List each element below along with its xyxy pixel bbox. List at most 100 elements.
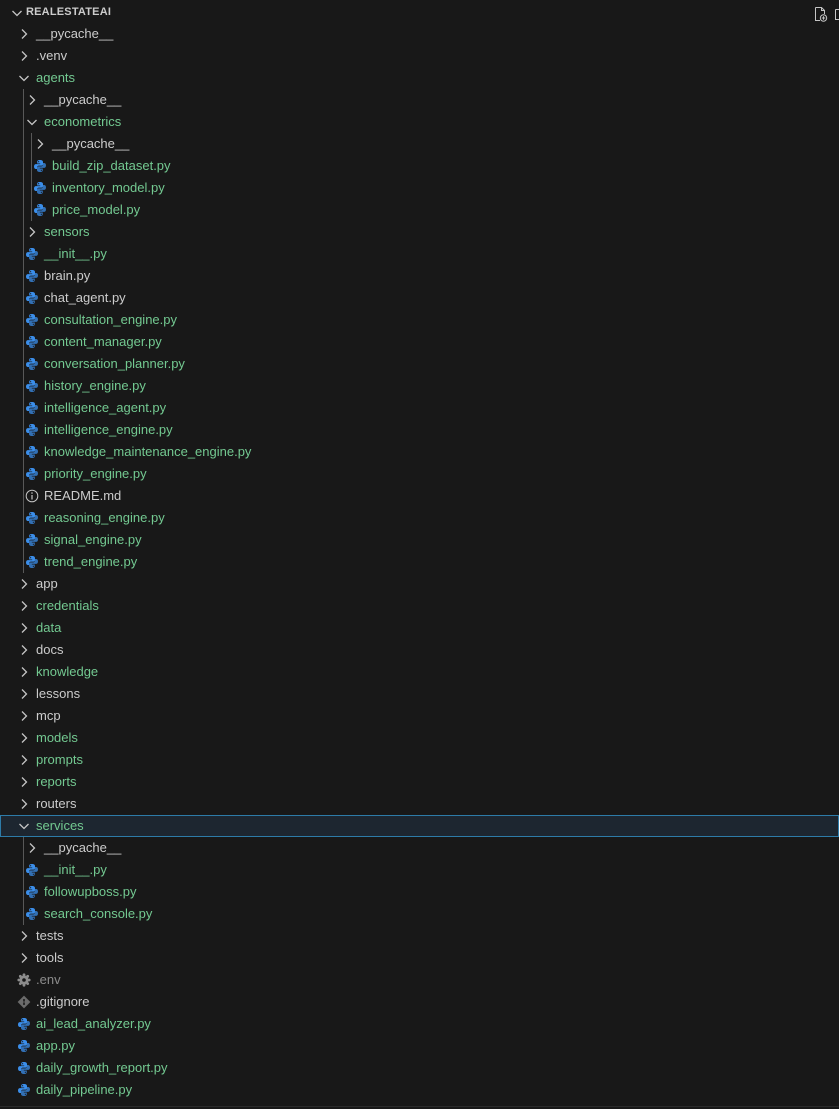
file-item-app-py[interactable]: app.py [0, 1035, 839, 1057]
file-item-daily-pipeline-py[interactable]: daily_pipeline.py [0, 1079, 839, 1101]
folder-item-venv[interactable]: .venv [0, 45, 839, 67]
file-item-intelligence-engine-py[interactable]: intelligence_engine.py [0, 419, 839, 441]
folder-item-app[interactable]: app [0, 573, 839, 595]
tree-item-label: __pycache__ [36, 26, 114, 41]
file-item-inventory-model-py[interactable]: inventory_model.py [0, 177, 839, 199]
chevron-right-icon [21, 51, 28, 61]
tree-item-label: sensors [44, 224, 90, 239]
tree-item-label: econometrics [44, 114, 122, 129]
file-item-intelligence-agent-py[interactable]: intelligence_agent.py [0, 397, 839, 419]
folder-item-prompts[interactable]: prompts [0, 749, 839, 771]
folder-item-sensors[interactable]: sensors [0, 221, 839, 243]
tree-item-label: reasoning_engine.py [44, 510, 165, 525]
chevron-down-icon [19, 75, 29, 82]
file-item-daily-growth-report-py[interactable]: daily_growth_report.py [0, 1057, 839, 1079]
folder-item-docs[interactable]: docs [0, 639, 839, 661]
file-item-init-py[interactable]: __init__.py [0, 859, 839, 881]
file-item-followupboss-py[interactable]: followupboss.py [0, 881, 839, 903]
tree-item-label: services [36, 818, 84, 833]
folder-item-mcp[interactable]: mcp [0, 705, 839, 727]
tree-item-label: prompts [36, 752, 83, 767]
chevron-right-icon [29, 227, 36, 237]
folder-item-pycache[interactable]: __pycache__ [0, 89, 839, 111]
tree-item-label: tests [36, 928, 64, 943]
file-item-conversation-planner-py[interactable]: conversation_planner.py [0, 353, 839, 375]
tree-item-label: __pycache__ [52, 136, 130, 151]
folder-item-knowledge[interactable]: knowledge [0, 661, 839, 683]
file-item-knowledge-maintenance-engine-py[interactable]: knowledge_maintenance_engine.py [0, 441, 839, 463]
file-item-price-model-py[interactable]: price_model.py [0, 199, 839, 221]
tree-item-label: routers [36, 796, 77, 811]
tree-item-label: .gitignore [36, 994, 90, 1009]
folder-item-models[interactable]: models [0, 727, 839, 749]
python-file-icon [34, 160, 46, 172]
folder-item-tools[interactable]: tools [0, 947, 839, 969]
new-file-icon[interactable] [812, 6, 828, 22]
tree-item-label: priority_engine.py [44, 466, 147, 481]
file-item-search-console-py[interactable]: search_console.py [0, 903, 839, 925]
tree-item-label: consultation_engine.py [44, 312, 177, 327]
tree-item-label: conversation_planner.py [44, 356, 185, 371]
folder-item-routers[interactable]: routers [0, 793, 839, 815]
folder-item-pycache[interactable]: __pycache__ [0, 23, 839, 45]
chevron-right-icon [21, 667, 28, 677]
python-file-icon [26, 534, 38, 546]
file-item-trend-engine-py[interactable]: trend_engine.py [0, 551, 839, 573]
folder-item-tests[interactable]: tests [0, 925, 839, 947]
folder-item-data[interactable]: data [0, 617, 839, 639]
folder-item-credentials[interactable]: credentials [0, 595, 839, 617]
python-file-icon [26, 248, 38, 260]
python-file-icon [26, 424, 38, 436]
tree-item-label: __init__.py [44, 246, 107, 261]
python-file-icon [26, 270, 38, 282]
new-folder-icon[interactable] [834, 6, 839, 22]
chevron-down-icon [27, 119, 37, 126]
folder-item-pycache[interactable]: __pycache__ [0, 837, 839, 859]
folder-item-econometrics[interactable]: econometrics [0, 111, 839, 133]
python-file-icon [26, 446, 38, 458]
python-file-icon [26, 402, 38, 414]
file-item-ai-lead-analyzer-py[interactable]: ai_lead_analyzer.py [0, 1013, 839, 1035]
chevron-right-icon [21, 689, 28, 699]
file-explorer: REALESTATEAI __pycache__ .venv agents __pyc… [0, 0, 839, 1109]
chevron-right-icon [21, 579, 28, 589]
file-item-signal-engine-py[interactable]: signal_engine.py [0, 529, 839, 551]
file-item-brain-py[interactable]: brain.py [0, 265, 839, 287]
file-item-history-engine-py[interactable]: history_engine.py [0, 375, 839, 397]
file-item-priority-engine-py[interactable]: priority_engine.py [0, 463, 839, 485]
folder-item-pycache[interactable]: __pycache__ [0, 133, 839, 155]
python-file-icon [26, 864, 38, 876]
folder-item-reports[interactable]: reports [0, 771, 839, 793]
file-item-build-zip-dataset-py[interactable]: build_zip_dataset.py [0, 155, 839, 177]
tree-item-label: reports [36, 774, 77, 789]
file-item-env[interactable]: .env [0, 969, 839, 991]
explorer-section-header[interactable]: REALESTATEAI [0, 2, 839, 24]
folder-item-services[interactable]: services [0, 815, 839, 837]
tree-item-label: app [36, 576, 58, 591]
file-item-gitignore[interactable]: .gitignore [0, 991, 839, 1013]
chevron-down-icon [19, 823, 29, 830]
python-file-icon [34, 182, 46, 194]
python-file-icon [26, 380, 38, 392]
file-item-reasoning-engine-py[interactable]: reasoning_engine.py [0, 507, 839, 529]
file-item-readme-md[interactable]: README.md [0, 485, 839, 507]
gear-icon [17, 973, 31, 987]
file-item-consultation-engine-py[interactable]: consultation_engine.py [0, 309, 839, 331]
indent-guide [31, 133, 32, 221]
file-item-init-py[interactable]: __init__.py [0, 243, 839, 265]
tree-item-label: models [36, 730, 78, 745]
folder-item-lessons[interactable]: lessons [0, 683, 839, 705]
panel-divider [0, 1106, 839, 1107]
chevron-right-icon [21, 799, 28, 809]
chevron-down-icon[interactable] [9, 5, 25, 21]
python-file-icon [26, 358, 38, 370]
indent-guide [23, 89, 24, 573]
tree-item-label: build_zip_dataset.py [52, 158, 171, 173]
python-file-icon [26, 336, 38, 348]
chevron-right-icon [21, 777, 28, 787]
python-file-icon [18, 1018, 30, 1030]
chevron-right-icon [21, 953, 28, 963]
file-item-content-manager-py[interactable]: content_manager.py [0, 331, 839, 353]
file-item-chat-agent-py[interactable]: chat_agent.py [0, 287, 839, 309]
folder-item-agents[interactable]: agents [0, 67, 839, 89]
